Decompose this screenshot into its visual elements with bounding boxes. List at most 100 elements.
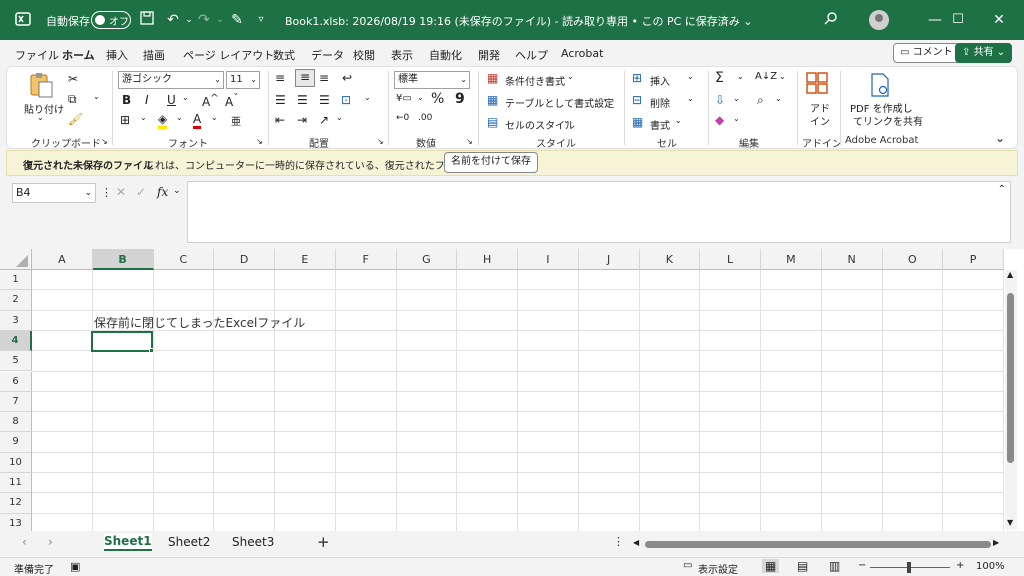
- chevron-down-icon[interactable]: ⌄: [687, 72, 694, 81]
- tab-file[interactable]: ファイル: [15, 47, 59, 63]
- next-sheet-icon[interactable]: ›: [48, 535, 53, 549]
- row-header-1[interactable]: 1: [0, 270, 32, 291]
- merge-center-icon[interactable]: ⊡: [341, 93, 351, 107]
- chevron-down-icon[interactable]: ⌄: [93, 92, 100, 101]
- chevron-down-icon[interactable]: ⌄: [675, 116, 682, 125]
- zoom-in-button[interactable]: +: [956, 560, 964, 571]
- find-icon[interactable]: ⌕: [757, 93, 764, 108]
- redo-dropdown-icon[interactable]: ⌄: [211, 11, 229, 29]
- page-layout-view-icon[interactable]: ▤: [797, 559, 808, 573]
- number-format-select[interactable]: 標準 ⌄: [394, 71, 470, 89]
- page-break-view-icon[interactable]: ▥: [829, 559, 840, 573]
- column-header-p[interactable]: P: [943, 249, 1004, 270]
- more-options-icon[interactable]: ⋮: [101, 186, 112, 199]
- sheet-tab-sheet2[interactable]: Sheet2: [168, 535, 210, 549]
- collapse-ribbon-icon[interactable]: ⌄: [995, 131, 1005, 145]
- row-header-5[interactable]: 5: [0, 351, 32, 372]
- formula-input[interactable]: ⌃: [187, 181, 1011, 243]
- fill-handle[interactable]: [149, 348, 154, 353]
- orientation-icon[interactable]: ↗: [319, 113, 329, 127]
- align-left-icon[interactable]: ☰: [275, 93, 286, 107]
- tab-insert[interactable]: 挿入: [106, 47, 128, 63]
- zoom-out-button[interactable]: −: [858, 560, 866, 571]
- wrap-text-icon[interactable]: ↩: [342, 71, 352, 85]
- align-right-icon[interactable]: ☰: [319, 93, 330, 107]
- column-header-i[interactable]: I: [518, 249, 579, 270]
- column-header-j[interactable]: J: [578, 249, 640, 270]
- conditional-format-icon[interactable]: ▦: [487, 71, 498, 85]
- chevron-down-icon[interactable]: ⌄: [182, 93, 189, 102]
- insert-function-icon[interactable]: fx: [157, 185, 168, 199]
- customize-icon[interactable]: ▿: [252, 11, 270, 29]
- align-middle-icon[interactable]: ≡: [295, 69, 315, 87]
- add-sheet-button[interactable]: +: [317, 533, 330, 551]
- align-center-icon[interactable]: ☰: [297, 93, 308, 107]
- increase-decimal-icon[interactable]: ←0: [396, 113, 409, 123]
- tab-review[interactable]: 校閲: [353, 47, 375, 63]
- paste-icon[interactable]: [27, 71, 55, 99]
- dialog-launcher-icon[interactable]: ↘: [466, 137, 473, 146]
- format-cells-button[interactable]: 書式: [650, 117, 670, 132]
- chevron-down-icon[interactable]: ⌄: [567, 72, 574, 81]
- sort-filter-icon[interactable]: A↓Z: [755, 71, 777, 82]
- chevron-down-icon[interactable]: ⌄: [417, 93, 424, 102]
- chevron-down-icon[interactable]: ⌄: [602, 94, 609, 103]
- borders-icon[interactable]: ⊞: [120, 113, 130, 127]
- tab-view[interactable]: 表示: [391, 47, 413, 63]
- horizontal-scrollbar[interactable]: ◀ ▶: [633, 538, 1003, 550]
- cancel-icon[interactable]: ✕: [116, 185, 126, 199]
- row-header-9[interactable]: 9: [0, 432, 32, 453]
- column-header-m[interactable]: M: [761, 249, 822, 270]
- fill-color-icon[interactable]: ◈: [158, 113, 168, 129]
- addins-icon[interactable]: [806, 72, 828, 94]
- vertical-scroll-thumb[interactable]: [1007, 293, 1014, 463]
- percent-icon[interactable]: %: [431, 91, 444, 107]
- search-icon[interactable]: [822, 11, 840, 29]
- format-painter-icon[interactable]: 🖌: [68, 112, 83, 126]
- normal-view-icon[interactable]: ▦: [762, 559, 780, 573]
- tab-home[interactable]: ホーム: [62, 47, 95, 69]
- chevron-down-icon[interactable]: ⌄: [775, 94, 782, 103]
- sheet-tab-sheet1[interactable]: Sheet1: [104, 534, 152, 551]
- italic-icon[interactable]: I: [145, 93, 149, 107]
- chevron-down-icon[interactable]: ⌄: [563, 116, 570, 125]
- prev-sheet-icon[interactable]: ‹: [22, 535, 27, 549]
- autosum-icon[interactable]: Σ: [715, 70, 724, 86]
- decrease-indent-icon[interactable]: ⇤: [275, 113, 285, 127]
- row-header-11[interactable]: 11: [0, 473, 32, 494]
- row-header-2[interactable]: 2: [0, 290, 32, 311]
- zoom-slider-thumb[interactable]: [907, 562, 911, 573]
- chevron-down-icon[interactable]: ⌄: [733, 94, 740, 103]
- chevron-down-icon[interactable]: ⌄: [173, 186, 181, 196]
- decrease-font-icon[interactable]: Aˇ: [225, 93, 238, 109]
- fill-icon[interactable]: ⇩: [715, 93, 725, 107]
- row-header-12[interactable]: 12: [0, 493, 32, 514]
- chevron-down-icon[interactable]: ⌄: [84, 184, 92, 202]
- column-header-n[interactable]: N: [821, 249, 883, 270]
- dialog-launcher-icon[interactable]: ↘: [101, 137, 108, 146]
- tab-splitter-icon[interactable]: ⋮: [613, 535, 624, 548]
- column-header-g[interactable]: G: [396, 249, 458, 270]
- vertical-scrollbar[interactable]: ▲ ▼: [1005, 270, 1017, 530]
- save-as-button[interactable]: 名前を付けて保存: [444, 152, 538, 173]
- format-painter-icon[interactable]: ✎: [228, 11, 246, 29]
- row-header-7[interactable]: 7: [0, 391, 32, 413]
- dialog-launcher-icon[interactable]: ↘: [256, 137, 263, 146]
- chevron-down-icon[interactable]: ⌄: [364, 93, 371, 102]
- enter-icon[interactable]: ✓: [136, 185, 146, 199]
- comment-button[interactable]: ▭ コメント: [893, 43, 960, 63]
- save-icon[interactable]: [138, 11, 156, 29]
- column-header-h[interactable]: H: [457, 249, 518, 270]
- close-icon[interactable]: ✕: [976, 0, 1022, 40]
- selected-cell-b4[interactable]: [91, 331, 153, 352]
- row-header-10[interactable]: 10: [0, 452, 32, 473]
- maximize-icon[interactable]: ☐: [935, 0, 981, 40]
- conditional-format-button[interactable]: 条件付き書式: [505, 73, 565, 88]
- paste-label[interactable]: 貼り付け: [24, 101, 64, 116]
- create-pdf-icon[interactable]: [869, 73, 891, 97]
- collapse-formula-icon[interactable]: ⌃: [998, 184, 1006, 195]
- tab-acrobat[interactable]: Acrobat: [561, 47, 603, 60]
- column-header-l[interactable]: L: [700, 249, 761, 270]
- chevron-down-icon[interactable]: ⌄: [140, 113, 147, 122]
- chevron-down-icon[interactable]: ⌄: [336, 113, 343, 122]
